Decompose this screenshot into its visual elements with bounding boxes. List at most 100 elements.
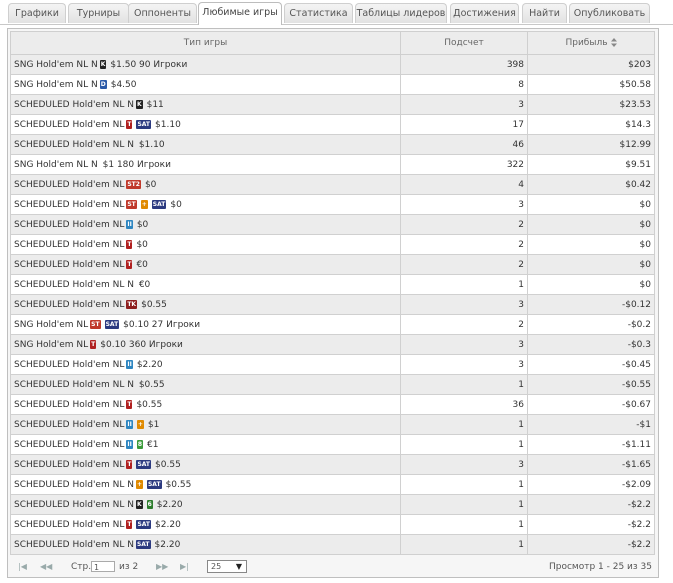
table-row[interactable]: SCHEDULED Hold'em NL N $1.10 46 $12.99	[9, 134, 655, 155]
pagination-bar: |◀ ◀◀ Стр. 1 из 2 ▶▶ ▶| 25 ▼ Просмотр 1 -…	[10, 558, 655, 576]
game-type-cell: SCHEDULED Hold'em NL II $0	[9, 214, 402, 235]
table-row[interactable]: SNG Hold'em NL N D $4.50 8 $50.58	[9, 74, 655, 95]
tab-8[interactable]: Опубликовать	[569, 3, 650, 23]
table-row[interactable]: SCHEDULED Hold'em NL N K $11 3 $23.53	[9, 94, 655, 115]
profit-cell: $203	[527, 54, 655, 75]
game-name: SCHEDULED Hold'em NL	[14, 119, 125, 130]
game-badge-icon: SAT	[136, 519, 152, 529]
game-type-cell: SNG Hold'em NL N D $4.50	[9, 74, 402, 95]
game-type-cell: SCHEDULED Hold'em NL II + $1	[9, 414, 402, 435]
profit-cell: -$1	[527, 414, 655, 435]
game-buyin: $4.50	[110, 79, 137, 90]
sort-icon[interactable]	[610, 38, 617, 47]
table-row[interactable]: SNG Hold'em NL N $1 180 Игроки 322 $9.51	[9, 154, 655, 175]
favorite-games-table: Тип игры Подсчет Прибыль SNG Hold'em NL …	[9, 31, 655, 555]
profit-cell: -$1.65	[527, 454, 655, 475]
table-row[interactable]: SCHEDULED Hold'em NL T €0 2 $0	[9, 254, 655, 275]
game-name: SNG Hold'em NL N	[14, 59, 98, 70]
table-row[interactable]: SNG Hold'em NL ST SAT $0.10 27 Игроки 2 -$0.2	[9, 314, 655, 335]
count-cell: 1	[400, 514, 528, 535]
game-buyin: $0	[144, 179, 157, 190]
count-cell: 4	[400, 174, 528, 195]
last-page-icon[interactable]: ▶|	[180, 558, 189, 576]
game-name: SCHEDULED Hold'em NL N	[14, 499, 134, 510]
table-row[interactable]: SCHEDULED Hold'em NL T $0.55 36 -$0.67	[9, 394, 655, 415]
game-badge-icon: T	[126, 459, 133, 469]
game-type-cell: SCHEDULED Hold'em NL N + SAT $0.55	[9, 474, 402, 495]
table-row[interactable]: SCHEDULED Hold'em NL T SAT $1.10 17 $14.3	[9, 114, 655, 135]
game-badge-icon: ST	[90, 319, 101, 329]
game-name: SCHEDULED Hold'em NL	[14, 219, 125, 230]
game-badge-icon: ST	[126, 199, 137, 209]
game-buyin: $0.10 360 Игроки	[100, 339, 183, 350]
game-buyin: $1 180 Игроки	[102, 159, 171, 170]
game-badge-icon: SAT	[135, 539, 151, 549]
table-row[interactable]: SCHEDULED Hold'em NL N $0.55 1 -$0.55	[9, 374, 655, 395]
game-type-cell: SCHEDULED Hold'em NL II $2.20	[9, 354, 402, 375]
game-badge-icon: II	[126, 419, 133, 429]
page-size-select[interactable]: 25 ▼	[207, 560, 247, 573]
table-row[interactable]: SNG Hold'em NL T $0.10 360 Игроки 3 -$0.3	[9, 334, 655, 355]
game-badge-icon: K	[135, 499, 143, 509]
table-row[interactable]: SCHEDULED Hold'em NL T $0 2 $0	[9, 234, 655, 255]
game-buyin: $0.55	[165, 479, 192, 490]
profit-cell: $0	[527, 194, 655, 215]
table-row[interactable]: SCHEDULED Hold'em NL ST + SAT $0 3 $0	[9, 194, 655, 215]
profit-cell: $12.99	[527, 134, 655, 155]
game-badge-icon: SAT	[151, 199, 167, 209]
game-name: SNG Hold'em NL N	[14, 159, 98, 170]
tab-0[interactable]: Графики	[8, 3, 66, 23]
tab-3[interactable]: Любимые игры	[198, 2, 282, 25]
count-cell: 3	[400, 354, 528, 375]
game-buyin: $2.20	[154, 539, 181, 550]
table-row[interactable]: SCHEDULED Hold'em NL II + $1 1 -$1	[9, 414, 655, 435]
game-name: SNG Hold'em NL	[14, 339, 89, 350]
profit-cell: $9.51	[527, 154, 655, 175]
game-buyin: $2.20	[155, 519, 181, 530]
table-row[interactable]: SNG Hold'em NL N K $1.50 90 Игроки 398 $203	[9, 54, 655, 75]
game-type-cell: SCHEDULED Hold'em NL N $0.55	[9, 374, 402, 395]
count-cell: 1	[400, 434, 528, 455]
count-cell: 1	[400, 414, 528, 435]
game-buyin: $0	[136, 239, 148, 250]
tab-2[interactable]: Оппоненты	[128, 3, 197, 23]
table-row[interactable]: SCHEDULED Hold'em NL N + SAT $0.55 1 -$2.09	[9, 474, 655, 495]
profit-cell: -$0.12	[527, 294, 655, 315]
table-row[interactable]: SCHEDULED Hold'em NL ST2 $0 4 $0.42	[9, 174, 655, 195]
game-buyin: $0.55	[141, 299, 167, 310]
first-page-icon[interactable]: |◀	[18, 558, 27, 576]
game-name: SCHEDULED Hold'em NL N	[14, 279, 134, 290]
profit-cell: $23.53	[527, 94, 655, 115]
game-name: SCHEDULED Hold'em NL	[14, 439, 125, 450]
tab-1[interactable]: Турниры	[68, 3, 129, 23]
next-page-icon[interactable]: ▶▶	[156, 558, 168, 576]
table-row[interactable]: SCHEDULED Hold'em NL II $0 2 $0	[9, 214, 655, 235]
table-row[interactable]: SCHEDULED Hold'em NL N €0 1 $0	[9, 274, 655, 295]
profit-cell: -$0.67	[527, 394, 655, 415]
tab-7[interactable]: Найти	[522, 3, 567, 23]
game-type-cell: SCHEDULED Hold'em NL N K $11	[9, 94, 402, 115]
tab-4[interactable]: Статистика	[284, 3, 353, 23]
tab-6[interactable]: Достижения	[450, 3, 519, 23]
table-row[interactable]: SCHEDULED Hold'em NL T SAT $2.20 1 -$2.2	[9, 514, 655, 535]
table-row[interactable]: SCHEDULED Hold'em NL N K 6 $2.20 1 -$2.2	[9, 494, 655, 515]
tab-5[interactable]: Таблицы лидеров	[355, 3, 447, 23]
table-row[interactable]: SCHEDULED Hold'em NL II 8 €1 1 -$1.11	[9, 434, 655, 455]
count-cell: 1	[400, 274, 528, 295]
table-row[interactable]: SCHEDULED Hold'em NL N SAT $2.20 1 -$2.2	[9, 534, 655, 555]
prev-page-icon[interactable]: ◀◀	[40, 558, 52, 576]
table-row[interactable]: SCHEDULED Hold'em NL II $2.20 3 -$0.45	[9, 354, 655, 375]
table-row[interactable]: SCHEDULED Hold'em NL T SAT $0.55 3 -$1.65	[9, 454, 655, 475]
game-badge-icon: T	[126, 259, 133, 269]
count-cell: 3	[400, 454, 528, 475]
table-row[interactable]: SCHEDULED Hold'em NL TK $0.55 3 -$0.12	[9, 294, 655, 315]
game-badge-icon: T	[126, 519, 133, 529]
profit-header-label: Прибыль	[565, 38, 608, 48]
count-cell: 1	[400, 374, 528, 395]
profit-cell: -$2.2	[527, 514, 655, 535]
column-header-profit[interactable]: Прибыль	[527, 31, 655, 55]
column-header-game-type[interactable]: Тип игры	[9, 31, 402, 55]
page-number-input[interactable]: 1	[91, 561, 115, 572]
game-name: SCHEDULED Hold'em NL N	[14, 379, 134, 390]
column-header-count[interactable]: Подсчет	[400, 31, 528, 55]
